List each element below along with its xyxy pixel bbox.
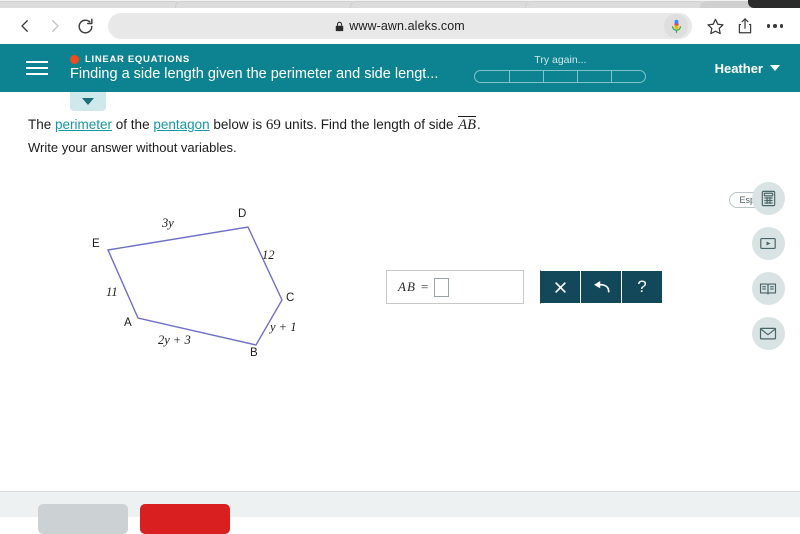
segment-ab-label: AB: [458, 116, 476, 133]
progress-segment: [509, 70, 543, 83]
share-icon: [736, 17, 754, 35]
question-mark-icon: ?: [637, 277, 646, 297]
progress-segment: [611, 70, 646, 83]
pentagon-figure: E D C B A 3y 12 y + 1 2y + 3 11: [70, 200, 330, 380]
caret-down-icon: [770, 65, 780, 71]
reference-tool[interactable]: [752, 272, 785, 305]
question-instruction: Write your answer without variables.: [28, 140, 237, 155]
answer-value-box[interactable]: [434, 278, 449, 297]
answer-row: AB = ?: [386, 270, 663, 304]
undo-arrow-icon: [591, 279, 611, 295]
user-name: Heather: [715, 61, 763, 76]
perimeter-link[interactable]: perimeter: [55, 117, 112, 132]
back-button[interactable]: [10, 11, 40, 41]
answer-tool-buttons: ?: [540, 270, 663, 304]
progress-segment: [543, 70, 577, 83]
browser-window-controls[interactable]: [748, 0, 800, 8]
calculator-icon: [760, 190, 777, 207]
secondary-action-button[interactable]: [38, 504, 128, 534]
page-title: Finding a side length given the perimete…: [70, 66, 438, 82]
status-text: Try again...: [534, 54, 586, 66]
browser-more-button[interactable]: [760, 11, 790, 41]
vertex-label-A: A: [124, 317, 132, 329]
perimeter-value: 69: [266, 117, 281, 133]
vertex-label-B: B: [250, 347, 258, 359]
user-menu[interactable]: Heather: [715, 61, 780, 76]
browser-tab[interactable]: [175, 1, 357, 8]
question-part-3: below is: [210, 117, 266, 132]
topic-label: LINEAR EQUATIONS: [85, 54, 190, 65]
content-area: Español The perimeter of the pentagon be…: [0, 92, 800, 492]
undo-button[interactable]: [581, 270, 622, 304]
share-button[interactable]: [730, 11, 760, 41]
close-icon: [553, 280, 568, 295]
video-play-icon: [759, 235, 777, 252]
question-part-4: units. Find the length of side: [281, 117, 457, 132]
vertex-label-D: D: [238, 208, 246, 220]
browser-tab[interactable]: [525, 1, 707, 8]
calculator-tool[interactable]: [752, 182, 785, 215]
answer-lhs-label: AB =: [398, 279, 430, 295]
lock-icon: [335, 21, 344, 32]
side-label-DC: 12: [262, 248, 275, 263]
pentagon-shape: [108, 227, 282, 345]
browser-tab[interactable]: [0, 1, 182, 8]
progress-bar: [474, 70, 646, 83]
voice-search-button[interactable]: [664, 14, 688, 38]
microphone-icon: [670, 19, 683, 34]
address-bar[interactable]: www-awn.aleks.com: [108, 13, 692, 39]
clear-button[interactable]: [540, 270, 581, 304]
address-bar-url: www-awn.aleks.com: [349, 19, 465, 33]
browser-toolbar: www-awn.aleks.com: [0, 8, 800, 44]
answer-input[interactable]: AB =: [386, 270, 524, 304]
hamburger-icon-bar: [26, 67, 48, 69]
open-book-icon: [759, 281, 777, 297]
side-label-BA: 2y + 3: [158, 333, 191, 348]
side-label-CB: y + 1: [270, 320, 296, 335]
reload-icon: [76, 17, 95, 36]
question-part-5: .: [477, 117, 481, 132]
header-title-block: LINEAR EQUATIONS Finding a side length g…: [70, 54, 438, 82]
side-label-AE: 11: [106, 285, 118, 300]
reload-button[interactable]: [70, 11, 100, 41]
progress-area: Try again...: [470, 54, 650, 83]
address-bar-content: www-awn.aleks.com: [335, 19, 465, 33]
app-header: LINEAR EQUATIONS Finding a side length g…: [0, 44, 800, 92]
topic-line: LINEAR EQUATIONS: [70, 54, 438, 65]
ellipsis-icon: [767, 24, 784, 28]
chevron-right-icon: [46, 17, 64, 35]
tool-rail: [746, 92, 790, 350]
video-tool[interactable]: [752, 227, 785, 260]
browser-tab-strip: [0, 0, 800, 8]
chevron-down-icon: [82, 98, 94, 105]
envelope-icon: [759, 326, 777, 341]
bottom-bar: [0, 491, 800, 517]
star-icon: [706, 17, 725, 36]
vertex-label-C: C: [286, 292, 294, 304]
status-dot-icon: [70, 55, 79, 64]
bookmark-button[interactable]: [700, 11, 730, 41]
forward-button[interactable]: [40, 11, 70, 41]
progress-segment: [577, 70, 611, 83]
collapse-panel-button[interactable]: [70, 92, 106, 111]
side-label-ED: 3y: [162, 216, 174, 231]
question-text: The perimeter of the pentagon below is 6…: [28, 114, 628, 137]
help-button[interactable]: ?: [622, 270, 663, 304]
question-part-2: of the: [112, 117, 153, 132]
menu-button[interactable]: [14, 61, 60, 75]
vertex-label-E: E: [92, 238, 100, 250]
pentagon-link[interactable]: pentagon: [153, 117, 209, 132]
question-part-1: The: [28, 117, 55, 132]
message-tool[interactable]: [752, 317, 785, 350]
progress-segment: [474, 70, 508, 83]
hamburger-icon-bar: [26, 73, 48, 75]
hamburger-icon-bar: [26, 61, 48, 63]
primary-action-button[interactable]: [140, 504, 230, 534]
browser-tab[interactable]: [350, 1, 532, 8]
chevron-left-icon: [16, 17, 34, 35]
